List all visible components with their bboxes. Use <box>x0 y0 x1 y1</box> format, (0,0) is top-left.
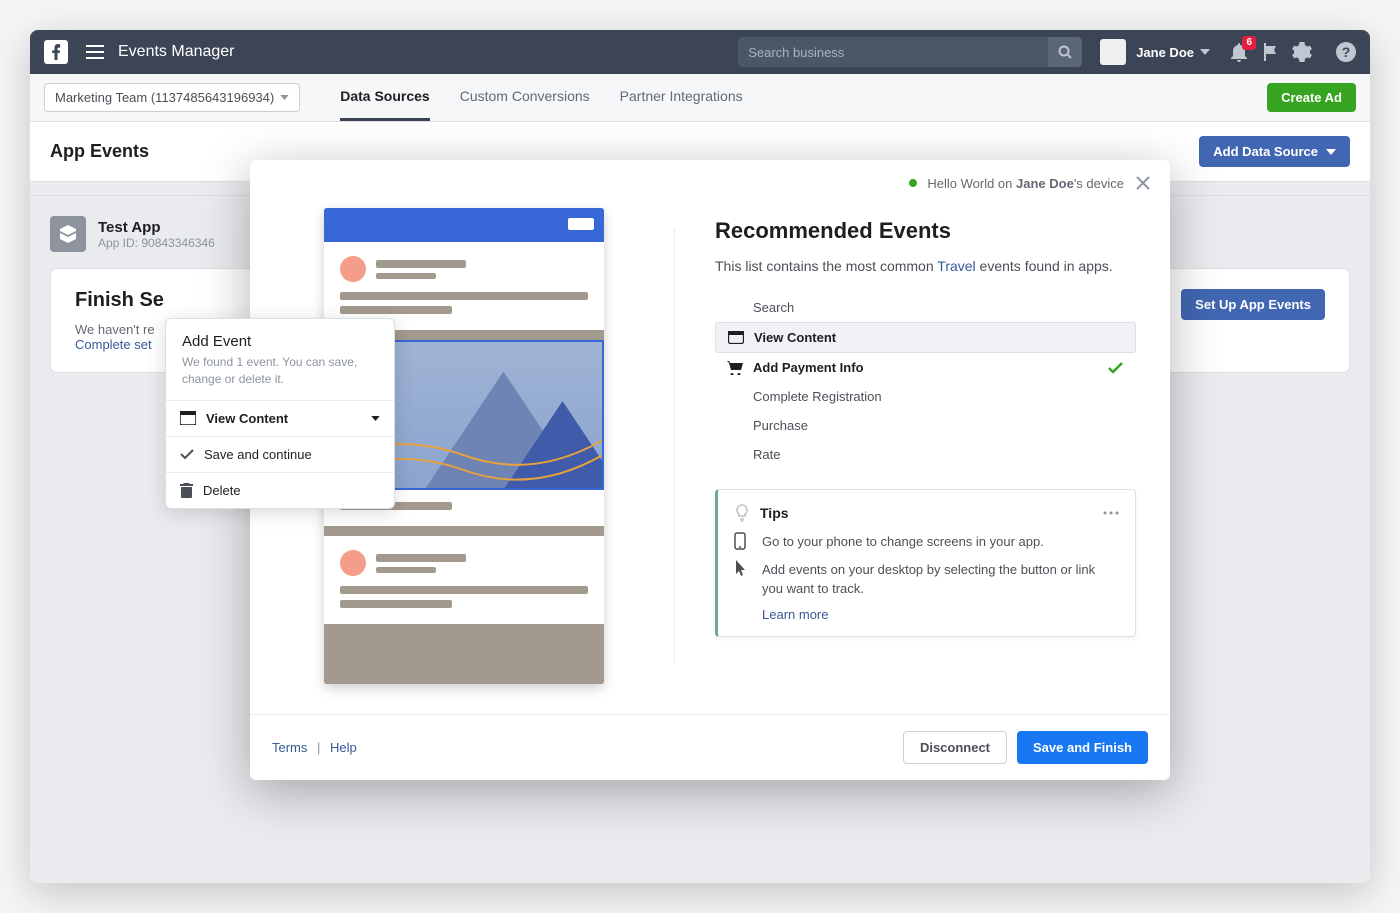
tip-row: Add events on your desktop by selecting … <box>734 560 1119 599</box>
notification-badge: 6 <box>1242 36 1256 50</box>
status-dot-icon <box>909 179 917 187</box>
check-icon <box>1108 362 1124 374</box>
recommended-title: Recommended Events <box>715 218 1136 244</box>
cursor-icon <box>734 560 750 599</box>
more-icon[interactable] <box>1103 511 1119 515</box>
app-id: App ID: 90843346346 <box>98 236 215 250</box>
flag-icon[interactable] <box>1262 43 1278 61</box>
close-icon[interactable] <box>1134 174 1152 192</box>
search-wrap: Jane Doe 6 ? <box>738 37 1356 67</box>
chevron-down-icon <box>280 95 289 100</box>
tips-box: Tips Go to your phone to change screens … <box>715 489 1136 637</box>
popover-view-content[interactable]: View Content <box>166 400 394 436</box>
event-rate[interactable]: Rate <box>715 440 1136 469</box>
trash-icon <box>180 483 193 498</box>
popover-save-continue[interactable]: Save and continue <box>166 436 394 472</box>
event-add-payment[interactable]: Add Payment Info <box>715 353 1136 382</box>
popover-delete[interactable]: Delete <box>166 472 394 508</box>
topbar: Events Manager Jane Doe 6 <box>30 30 1370 74</box>
event-purchase[interactable]: Purchase <box>715 411 1136 440</box>
event-complete-registration[interactable]: Complete Registration <box>715 382 1136 411</box>
travel-link[interactable]: Travel <box>937 258 975 274</box>
team-dropdown[interactable]: Marketing Team (1137485643196934) <box>44 83 300 112</box>
recommended-list: Search View Content Add Payment Info Com… <box>715 293 1136 469</box>
phone-header <box>324 208 604 242</box>
settings-icon[interactable] <box>1292 42 1312 62</box>
learn-more-link[interactable]: Learn more <box>762 607 1119 622</box>
disconnect-button[interactable]: Disconnect <box>903 731 1007 764</box>
content-icon <box>180 411 196 425</box>
notifications-icon[interactable]: 6 <box>1230 42 1248 62</box>
modal-footer: Terms | Help Disconnect Save and Finish <box>250 714 1170 780</box>
tab-custom-conversions[interactable]: Custom Conversions <box>460 74 590 121</box>
setup-app-events-button[interactable]: Set Up App Events <box>1181 289 1325 320</box>
feed-card <box>324 242 604 330</box>
app-window: Events Manager Jane Doe 6 <box>30 30 1370 883</box>
tab-data-sources[interactable]: Data Sources <box>340 74 429 121</box>
chevron-down-icon <box>371 416 380 421</box>
chevron-down-icon <box>1326 149 1336 155</box>
username-dropdown[interactable]: Jane Doe <box>1136 45 1210 60</box>
tip-row: Go to your phone to change screens in yo… <box>734 532 1119 552</box>
section-title: App Events <box>50 141 149 162</box>
content-icon <box>728 331 744 344</box>
check-icon <box>180 449 194 460</box>
feed-avatar <box>340 256 366 282</box>
search-button[interactable] <box>1048 37 1082 67</box>
cart-icon <box>727 361 743 375</box>
lightbulb-icon <box>734 504 750 522</box>
menu-icon[interactable] <box>86 45 104 59</box>
app-icon <box>50 216 86 252</box>
complete-setup-link[interactable]: Complete set <box>75 337 152 352</box>
search-input[interactable] <box>738 37 1048 67</box>
help-link[interactable]: Help <box>330 740 357 755</box>
create-ad-button[interactable]: Create Ad <box>1267 83 1356 112</box>
popover-title: Add Event <box>182 333 378 350</box>
add-event-popover: Add Event We found 1 event. You can save… <box>165 318 395 509</box>
chevron-down-icon <box>1200 49 1210 55</box>
event-search[interactable]: Search <box>715 293 1136 322</box>
add-data-source-button[interactable]: Add Data Source <box>1199 136 1350 167</box>
save-finish-button[interactable]: Save and Finish <box>1017 731 1148 764</box>
top-icons: 6 ? <box>1230 42 1356 62</box>
event-view-content[interactable]: View Content <box>715 322 1136 353</box>
feed-avatar <box>340 550 366 576</box>
card-title: Finish Se <box>75 289 164 312</box>
tips-title: Tips <box>760 505 1093 521</box>
app-name: Test App <box>98 219 215 236</box>
recommended-desc: This list contains the most common Trave… <box>715 256 1136 277</box>
modal-status-bar: Hello World on Jane Doe's device <box>250 160 1170 198</box>
app-title: Events Manager <box>118 43 235 61</box>
help-icon[interactable]: ? <box>1336 42 1356 62</box>
search-icon <box>1058 45 1072 59</box>
avatar[interactable] <box>1100 39 1126 65</box>
facebook-logo[interactable] <box>44 40 68 64</box>
svg-text:?: ? <box>1342 44 1351 60</box>
terms-link[interactable]: Terms <box>272 740 307 755</box>
popover-desc: We found 1 event. You can save, change o… <box>182 354 378 388</box>
phone-icon <box>734 532 750 552</box>
nav-tabs: Data Sources Custom Conversions Partner … <box>340 74 742 121</box>
tab-partner-integrations[interactable]: Partner Integrations <box>620 74 743 121</box>
subnav: Marketing Team (1137485643196934) Data S… <box>30 74 1370 122</box>
